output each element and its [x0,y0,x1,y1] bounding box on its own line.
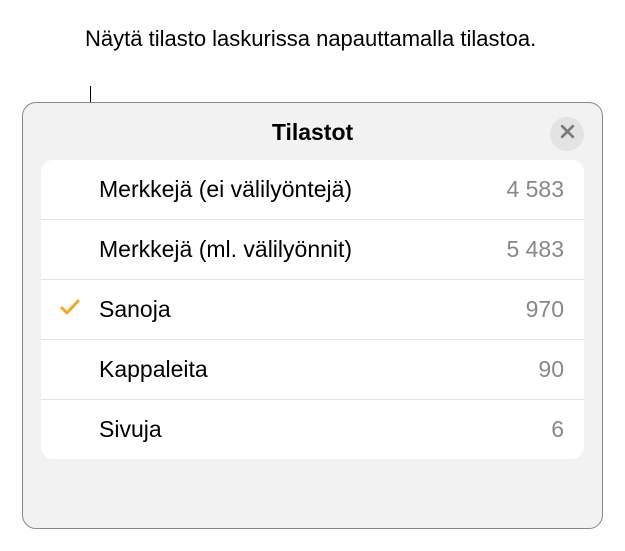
stat-label: Kappaleita [99,356,538,383]
stat-value: 5 483 [506,236,564,263]
check-column [41,296,99,323]
stat-row-characters-with-spaces[interactable]: Merkkejä (ml. välilyönnit) 5 483 [41,220,584,280]
stat-row-words[interactable]: Sanoja 970 [41,280,584,340]
stat-row-pages[interactable]: Sivuja 6 [41,400,584,459]
statistics-popover: Tilastot Merkkejä (ei välilyöntejä) 4 58… [22,102,603,529]
close-button[interactable] [550,117,584,151]
popover-header: Tilastot [23,103,602,160]
popover-title: Tilastot [23,119,602,146]
stat-value: 90 [538,356,564,383]
stat-label: Merkkejä (ei välilyöntejä) [99,176,506,203]
stat-row-characters-no-spaces[interactable]: Merkkejä (ei välilyöntejä) 4 583 [41,160,584,220]
stat-label: Sivuja [99,416,551,443]
stat-value: 6 [551,416,564,443]
stat-label: Sanoja [99,296,526,323]
stat-label: Merkkejä (ml. välilyönnit) [99,236,506,263]
callout-text: Näytä tilasto laskurissa napauttamalla t… [85,24,536,54]
close-icon [560,124,575,144]
stat-value: 4 583 [506,176,564,203]
stat-row-paragraphs[interactable]: Kappaleita 90 [41,340,584,400]
checkmark-icon [59,296,81,323]
stat-value: 970 [526,296,564,323]
statistics-list: Merkkejä (ei välilyöntejä) 4 583 Merkkej… [41,160,584,459]
